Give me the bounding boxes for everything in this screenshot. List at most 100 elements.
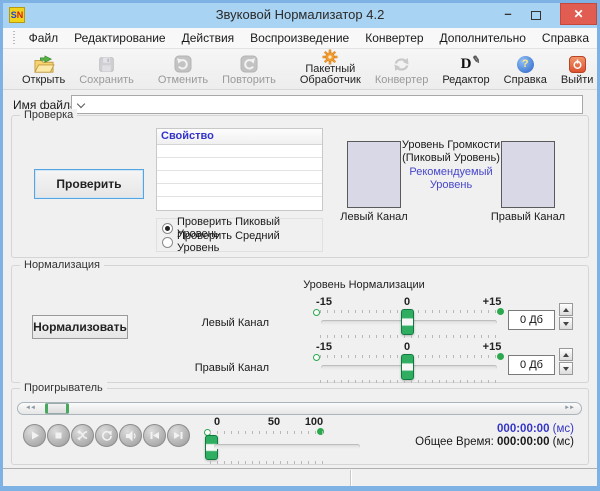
volume-scale-max: 100 [302, 416, 326, 428]
fast-forward-icon[interactable]: ►► [564, 404, 574, 413]
normalization-level-caption: Уровень Нормализации [284, 279, 444, 291]
seek-thumb[interactable] [45, 403, 69, 414]
volume-scale-min: 0 [205, 416, 229, 428]
left-channel-db-field[interactable]: 0 Дб [508, 310, 555, 330]
menu-edit[interactable]: Редактирование [66, 28, 173, 48]
range-min-marker [313, 354, 320, 361]
normalization-group-title: Нормализация [20, 259, 104, 272]
normalize-button[interactable]: Нормализовать [32, 315, 128, 339]
menu-converter[interactable]: Конвертер [357, 28, 431, 48]
save-label: Сохранить [79, 75, 134, 86]
table-row[interactable] [157, 158, 322, 171]
chevron-down-icon [77, 100, 85, 108]
left-channel-slider-handle[interactable] [401, 309, 414, 335]
normalization-group: Нормализация Нормализовать Уровень Норма… [11, 265, 589, 383]
radio-selected-icon [162, 223, 173, 234]
slider-ticks [320, 335, 498, 338]
radio-average-level[interactable]: Проверить Средний Уровень [162, 235, 317, 249]
scale-min-label: -15 [312, 296, 336, 308]
converter-button[interactable]: Конвертер [368, 49, 435, 89]
next-track-icon [172, 429, 185, 442]
total-time: Общее Время: 000:00:00 (мс) [415, 436, 574, 448]
converter-label: Конвертер [375, 75, 428, 86]
volume-button[interactable] [119, 424, 142, 447]
help-icon: ? [517, 54, 534, 74]
exit-button[interactable]: Выйти [554, 49, 600, 89]
slider-ticks [320, 380, 498, 383]
close-button[interactable]: ✕ [560, 3, 597, 25]
volume-level-caption: Уровень Громкости (Пиковый Уровень) [401, 139, 501, 164]
property-table-header[interactable]: Свойство [157, 129, 322, 145]
toolbar: Открыть Сохранить Отменить Повторить [3, 49, 597, 90]
exit-label: Выйти [561, 75, 594, 86]
stop-icon [52, 429, 65, 442]
scale-max-label: +15 [480, 296, 504, 308]
scale-max-label: +15 [480, 341, 504, 353]
play-icon [28, 429, 41, 442]
left-db-spin-up[interactable] [559, 303, 573, 316]
right-channel-db-field[interactable]: 0 Дб [508, 355, 555, 375]
statusbar [3, 468, 597, 486]
range-max-marker [497, 353, 504, 360]
editor-button[interactable]: D✎ Редактор [435, 49, 496, 89]
menu-playback[interactable]: Воспроизведение [242, 28, 357, 48]
minimize-button[interactable]: – [495, 4, 521, 26]
check-group-title: Проверка [20, 109, 77, 122]
undo-button[interactable]: Отменить [151, 49, 215, 89]
table-row[interactable] [157, 171, 322, 184]
help-button[interactable]: ? Справка [497, 49, 554, 89]
help-label: Справка [504, 75, 547, 86]
menu-help[interactable]: Справка [534, 28, 597, 48]
property-table: Свойство [156, 128, 323, 211]
stop-button[interactable] [47, 424, 70, 447]
volume-slider[interactable] [214, 444, 360, 449]
left-channel-label: Левый Канал [334, 211, 414, 223]
redo-button[interactable]: Повторить [215, 49, 283, 89]
norm-left-channel-label: Левый Канал [184, 317, 269, 329]
seek-scrollbar[interactable]: ◄◄ ►► [17, 402, 582, 415]
redo-icon [240, 54, 258, 74]
rewind-icon[interactable]: ◄◄ [25, 404, 35, 413]
undo-label: Отменить [158, 75, 208, 86]
batch-label-line2: Обработчик [300, 75, 361, 86]
menu-actions[interactable]: Действия [174, 28, 243, 48]
left-db-spin-down[interactable] [559, 317, 573, 330]
undo-icon [174, 54, 192, 74]
slider-ticks [210, 461, 325, 464]
check-group: Проверка Проверить Свойство Проверить Пи… [11, 115, 589, 258]
table-row[interactable] [157, 145, 322, 158]
speaker-icon [124, 429, 138, 443]
save-floppy-icon [98, 54, 115, 74]
check-button[interactable]: Проверить [34, 169, 144, 199]
right-db-spin-up[interactable] [559, 348, 573, 361]
redo-label: Повторить [222, 75, 276, 86]
batch-processor-button[interactable]: Пакетный Обработчик [293, 49, 368, 89]
play-button[interactable] [23, 424, 46, 447]
shuffle-button[interactable] [71, 424, 94, 447]
menu-file[interactable]: Файл [21, 28, 67, 48]
pencil-icon: ✎ [471, 52, 482, 68]
previous-button[interactable] [143, 424, 166, 447]
right-channel-slider-handle[interactable] [401, 354, 414, 380]
save-button[interactable]: Сохранить [72, 49, 141, 89]
status-panel-left [3, 470, 351, 486]
filename-combobox[interactable] [71, 95, 583, 114]
open-folder-icon [33, 54, 55, 74]
editor-icon: D✎ [461, 54, 472, 74]
right-db-spin-down[interactable] [559, 362, 573, 375]
repeat-icon [100, 429, 113, 442]
table-row[interactable] [157, 197, 322, 210]
shuffle-icon [76, 429, 89, 442]
app-window: SN Звуковой Нормализатор 4.2 – ✕ Файл Ре… [0, 0, 600, 491]
scale-mid-label: 0 [395, 341, 419, 353]
menubar: Файл Редактирование Действия Воспроизвед… [3, 28, 597, 49]
slider-ticks [210, 431, 325, 434]
maximize-button[interactable] [523, 4, 549, 26]
repeat-button[interactable] [95, 424, 118, 447]
next-button[interactable] [167, 424, 190, 447]
previous-track-icon [148, 429, 161, 442]
open-label: Открыть [22, 75, 65, 86]
table-row[interactable] [157, 184, 322, 197]
open-button[interactable]: Открыть [15, 49, 72, 89]
menu-extra[interactable]: Дополнительно [432, 28, 534, 48]
